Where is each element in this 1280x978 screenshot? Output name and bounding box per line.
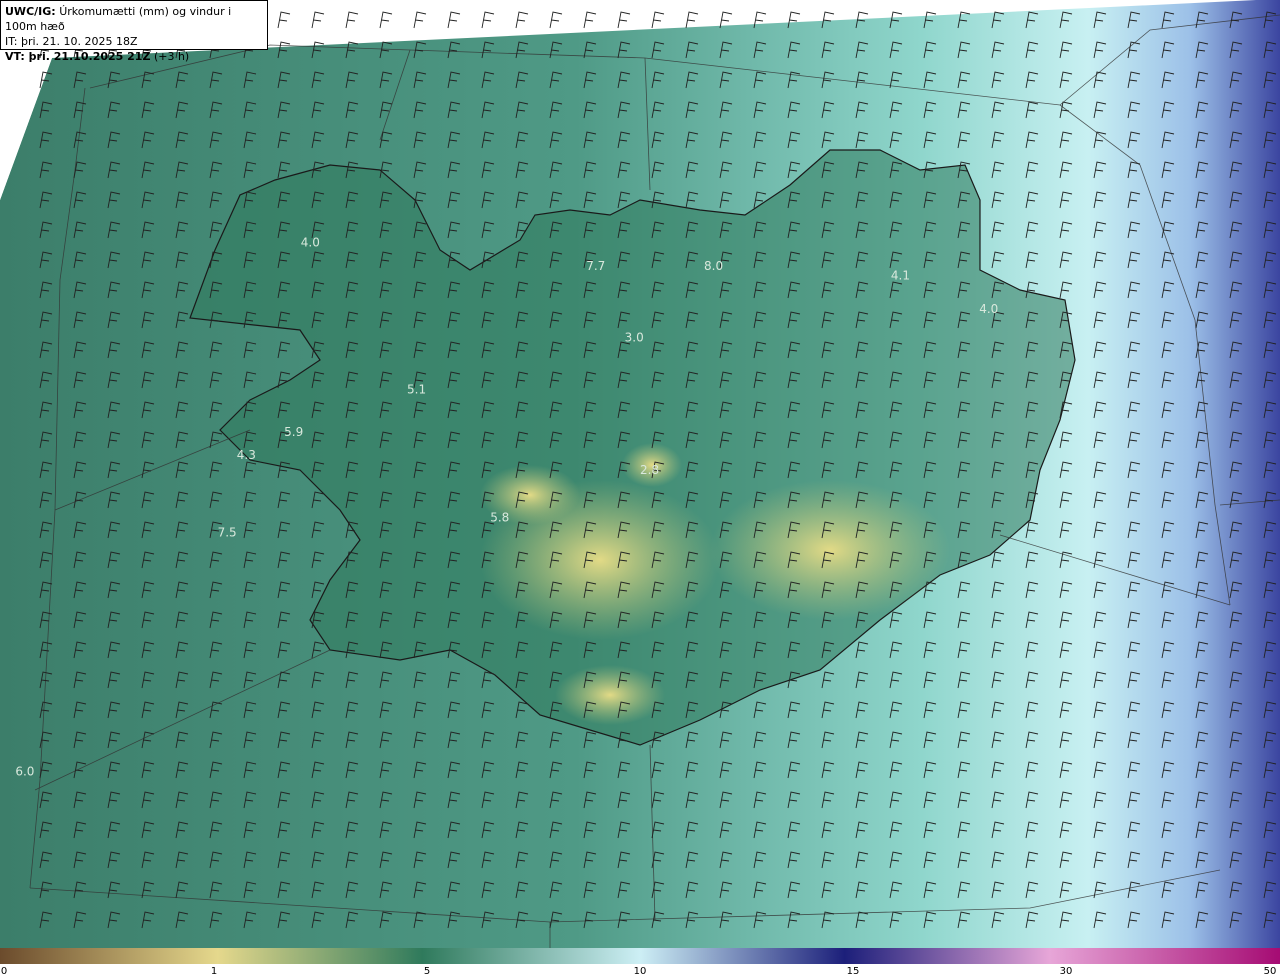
precip-value-label: 3.0 [625, 330, 644, 344]
precip-value-label: 8.0 [704, 259, 723, 273]
colorbar-tick-10: 10 [633, 966, 647, 977]
colorbar-tick-5: 5 [423, 966, 431, 977]
colorbar-tick-1: 1 [210, 966, 218, 977]
wind-barb [481, 11, 495, 29]
colorbar-tick-50: 50 [1263, 966, 1277, 977]
wind-barb [345, 11, 359, 29]
init-time-value: þri. 21. 10. 2025 18Z [20, 35, 138, 48]
valid-time-offset: (+3 h) [153, 50, 190, 63]
wind-barb [379, 11, 393, 29]
colorbar-tick-15: 15 [846, 966, 860, 977]
wind-barb [685, 11, 699, 29]
wind-barb [617, 11, 631, 29]
precip-value-label: 4.0 [979, 302, 998, 316]
precip-value-label: 4.1 [891, 269, 910, 283]
dry-area-south [555, 665, 665, 725]
precip-value-label: 5.9 [284, 425, 303, 439]
precip-value-label: 5.1 [407, 382, 426, 396]
init-time-label: IT: [5, 35, 18, 48]
precip-value-label: 7.7 [586, 259, 605, 273]
precip-value-label: 2.8 [640, 463, 659, 477]
weather-map: 4.0 7.7 8.0 4.1 4.0 3.0 5.1 5.9 4.3 2.8 5.8 7.5 6.0 [0, 0, 1280, 948]
wind-barb [277, 11, 291, 29]
precip-value-label: 6.0 [15, 764, 34, 778]
colorbar-tick-30: 30 [1059, 966, 1073, 977]
wind-barb [583, 11, 597, 29]
precip-value-label: 4.3 [237, 448, 256, 462]
precip-value-label: 5.8 [490, 510, 509, 524]
wind-barb [413, 11, 427, 29]
wind-barb [651, 11, 665, 29]
wind-barb [447, 11, 461, 29]
precip-value-label: 7.5 [218, 526, 237, 540]
map-page: { "header": { "model": "UWC/IG:", "title… [0, 0, 1280, 978]
colorbar-tick-0: 0 [0, 966, 8, 977]
precip-value-label: 4.0 [301, 235, 320, 249]
wind-barb [311, 11, 325, 29]
wind-barb [515, 11, 529, 29]
model-name: UWC/IG: [5, 5, 56, 18]
colorbar-gradient [0, 948, 1280, 964]
valid-time: VT: þri. 21.10.2025 21Z [5, 50, 151, 63]
wind-barb [549, 11, 563, 29]
header-info-box: UWC/IG: Úrkomumætti (mm) og vindur i 100… [0, 0, 268, 63]
